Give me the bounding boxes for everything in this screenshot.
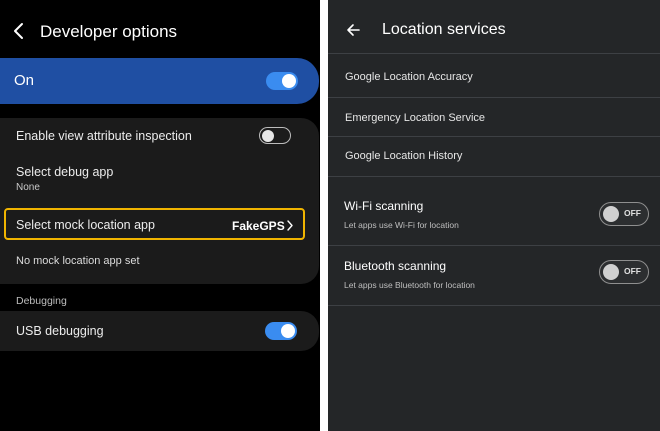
wifi-scanning-title: Wi-Fi scanning xyxy=(344,199,424,213)
panel-divider xyxy=(320,0,328,431)
wifi-scanning-switch[interactable]: OFF xyxy=(599,202,649,226)
toggle-knob xyxy=(282,74,296,88)
divider xyxy=(328,53,660,54)
back-arrow-icon[interactable] xyxy=(346,23,360,37)
list-item-label: Google Location Accuracy xyxy=(345,71,473,83)
back-chevron-icon[interactable] xyxy=(12,22,26,40)
divider xyxy=(328,136,660,137)
switch-knob xyxy=(603,264,619,280)
divider xyxy=(328,245,660,246)
bluetooth-scanning-subtitle: Let apps use Bluetooth for location xyxy=(344,280,475,290)
usb-debugging-label: USB debugging xyxy=(16,324,104,338)
page-title: Location services xyxy=(382,21,506,38)
wifi-scanning-subtitle: Let apps use Wi-Fi for location xyxy=(344,220,459,230)
master-toggle[interactable] xyxy=(266,72,298,90)
chevron-right-icon xyxy=(287,220,293,231)
usb-debugging-row[interactable]: USB debugging xyxy=(0,311,319,351)
list-item-label: Emergency Location Service xyxy=(345,112,486,124)
list-item-label: Google Location History xyxy=(345,150,463,162)
divider xyxy=(328,176,660,177)
location-services-header: Location services xyxy=(328,0,660,52)
master-switch-label: On xyxy=(14,72,35,89)
bluetooth-scanning-switch[interactable]: OFF xyxy=(599,260,649,284)
divider xyxy=(328,305,660,306)
mock-location-app-value: FakeGPS xyxy=(232,219,285,233)
view-attribute-toggle[interactable] xyxy=(259,127,291,144)
debug-settings-card: Enable view attribute inspection Select … xyxy=(0,118,319,284)
developer-options-header: Developer options xyxy=(0,14,320,48)
developer-options-master-switch-row[interactable]: On xyxy=(0,58,319,104)
switch-state: OFF xyxy=(624,208,641,218)
bluetooth-scanning-title: Bluetooth scanning xyxy=(344,259,447,273)
divider xyxy=(328,97,660,98)
view-attribute-label: Enable view attribute inspection xyxy=(16,129,192,143)
developer-options-screen: Developer options On Enable view attribu… xyxy=(0,0,320,431)
select-debug-app-label: Select debug app xyxy=(16,165,114,179)
page-title: Developer options xyxy=(40,22,178,41)
select-mock-location-label: Select mock location app xyxy=(16,218,155,232)
select-debug-app-value: None xyxy=(16,182,40,193)
debugging-section-header: Debugging xyxy=(16,295,67,307)
mock-location-status: No mock location app set xyxy=(16,255,140,267)
switch-state: OFF xyxy=(624,266,641,276)
toggle-knob xyxy=(262,129,274,142)
switch-knob xyxy=(603,206,619,222)
location-services-screen: Location services Google Location Accura… xyxy=(328,0,660,431)
usb-debugging-toggle[interactable] xyxy=(265,322,297,340)
toggle-knob xyxy=(281,324,295,338)
